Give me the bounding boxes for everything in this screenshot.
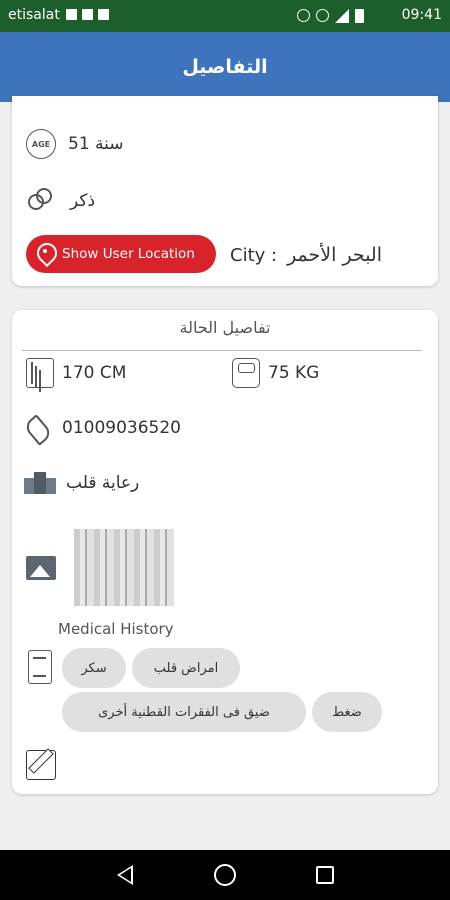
height-value: 170 CM — [62, 363, 127, 383]
image-icon — [26, 556, 56, 580]
phone-icon — [26, 414, 54, 442]
phone-value[interactable]: 01009036520 — [62, 418, 181, 438]
alarm-icon — [297, 9, 310, 22]
city-label: City : — [230, 244, 278, 266]
download-icon — [66, 9, 77, 20]
status-time: 09:41 — [401, 7, 442, 23]
status-bar: etisalat 09:41 — [0, 0, 450, 32]
height-icon — [26, 358, 54, 388]
edit-icon[interactable] — [26, 750, 56, 780]
city-row: City : البحر الأحمر — [230, 244, 382, 266]
system-nav-bar — [0, 850, 450, 900]
back-icon[interactable] — [117, 865, 133, 885]
specialty-value: رعاية قلب — [66, 473, 140, 493]
medical-document-thumbnail[interactable] — [74, 529, 174, 606]
city-value: البحر الأحمر — [287, 244, 382, 266]
weight-row: 75 KG — [232, 358, 319, 388]
carrier-name: etisalat — [8, 7, 60, 23]
age-value: 51 سنة — [68, 134, 124, 154]
profile-card: AGE 51 سنة ذكر Show User Location City :… — [12, 96, 438, 286]
scale-icon — [232, 358, 260, 388]
battery-icon — [355, 9, 364, 23]
condition-chip: ضغط — [312, 692, 382, 732]
show-location-button[interactable]: Show User Location — [26, 235, 216, 273]
condition-chip: ضيق فى الفقرات القطنية أخرى — [62, 692, 306, 732]
edit-row[interactable] — [26, 750, 56, 780]
medical-history-label: Medical History — [58, 620, 174, 638]
show-location-label: Show User Location — [62, 246, 195, 262]
recent-apps-icon[interactable] — [316, 866, 334, 884]
location-pin-icon — [36, 243, 54, 265]
age-icon: AGE — [26, 129, 56, 159]
app-bar: التفاصيل — [0, 32, 450, 102]
medical-history-icon-wrap — [28, 650, 52, 684]
condition-chip: امراض قلب — [132, 648, 240, 688]
specialty-row: رعاية قلب — [24, 472, 139, 494]
height-row: 170 CM — [26, 358, 126, 388]
phone-row[interactable]: 01009036520 — [26, 414, 181, 442]
hospital-icon — [24, 472, 56, 494]
attachment-row — [26, 556, 56, 580]
system-icons — [297, 9, 364, 23]
case-details-card: تفاصيل الحالة 170 CM 75 KG 01009036520 ر… — [12, 310, 438, 794]
page-title: التفاصيل — [182, 56, 268, 78]
facebook-icon — [98, 9, 109, 20]
weight-value: 75 KG — [268, 363, 320, 383]
mail-icon — [82, 9, 93, 20]
age-row: AGE 51 سنة — [26, 129, 124, 159]
signal-icon — [335, 9, 349, 23]
section-divider — [22, 350, 422, 351]
section-title: تفاصيل الحالة — [179, 318, 271, 337]
gender-icon — [26, 186, 56, 216]
gender-value: ذكر — [70, 191, 96, 211]
condition-chip: سكر — [62, 648, 126, 688]
gender-row: ذكر — [26, 186, 95, 216]
wifi-icon — [316, 9, 329, 22]
notification-icons — [66, 9, 109, 20]
home-icon[interactable] — [214, 864, 236, 886]
medical-history-icon — [28, 650, 52, 684]
